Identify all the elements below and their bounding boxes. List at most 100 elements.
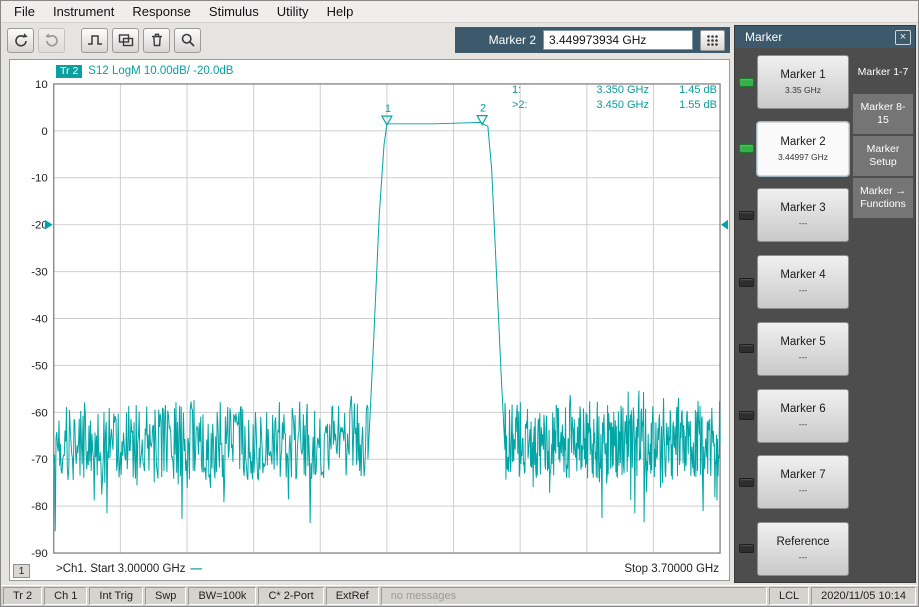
menu-utility[interactable]: Utility [268, 2, 318, 21]
marker-row: Marker 7--- [739, 454, 849, 510]
redo-button[interactable] [38, 28, 65, 53]
y-tick-label: 10 [35, 79, 48, 91]
zoom-button[interactable] [174, 28, 201, 53]
y-tick-label: -40 [31, 313, 48, 325]
marker-led [739, 211, 754, 220]
trace-legend-dash: — [190, 563, 202, 575]
status-int-trig[interactable]: Int Trig [89, 587, 143, 605]
marker-button-label: Marker 1 [780, 69, 825, 81]
marker-button-value: --- [799, 218, 808, 228]
marker-button-2[interactable]: Marker 2 3.44997 GHz [757, 122, 849, 176]
readout-marker-id: 1: [512, 83, 540, 98]
start-frequency-label: >Ch1. Start 3.00000 GHz [56, 563, 185, 575]
marker-led [739, 78, 754, 87]
trace-badge[interactable]: Tr 2 [56, 65, 82, 78]
y-tick-label: -80 [31, 501, 48, 513]
status-bar: Tr 2Ch 1Int TrigSwpBW=100kC* 2-PortExtRe… [1, 585, 918, 606]
menu-instrument[interactable]: Instrument [44, 2, 123, 21]
y-tick-label: -10 [31, 173, 48, 185]
marker-row: Marker 5--- [739, 321, 849, 377]
y-tick-label: -60 [31, 407, 48, 419]
pulse-tool-button[interactable] [81, 28, 108, 53]
menu-response[interactable]: Response [123, 2, 200, 21]
y-tick-label: -90 [31, 548, 48, 560]
network-analyzer-window: FileInstrumentResponseStimulusUtilityHel… [0, 0, 919, 607]
marker-frequency-input[interactable] [543, 30, 693, 50]
measurement-chart: Tr 2 S12 LogM 10.00dB/ -20.0dB 100-10-20… [9, 59, 730, 581]
marker-led [739, 544, 754, 553]
ref-level-arrow-right [721, 220, 728, 230]
menu-help[interactable]: Help [318, 2, 363, 21]
trace-header: Tr 2 S12 LogM 10.00dB/ -20.0dB [10, 60, 729, 78]
marker-led [739, 144, 754, 153]
readout-value: 1.55 dB [649, 98, 717, 113]
readout-value: 1.45 dB [649, 83, 717, 98]
readout-row: 1:3.350 GHz1.45 dB [512, 83, 717, 98]
marker-symbol-2[interactable]: 2 [477, 103, 487, 125]
undo-button[interactable] [7, 28, 34, 53]
marker-button-value: --- [799, 552, 808, 562]
marker-tab-column: Marker 1-7Marker 8-15Marker SetupMarker … [851, 52, 915, 582]
marker-button-column: Marker 13.35 GHzMarker 23.44997 GHzMarke… [735, 52, 851, 582]
readout-row: >2:3.450 GHz1.55 dB [512, 98, 717, 113]
marker-button-label: Marker 7 [780, 469, 825, 481]
y-tick-label: -50 [31, 360, 48, 372]
marker-row: Marker 4 --- [739, 254, 849, 310]
sweep-range-footer: >Ch1. Start 3.00000 GHz — Stop 3.70000 G… [10, 561, 729, 580]
magnifier-icon [180, 32, 196, 48]
marker-button-label: Reference [776, 536, 829, 548]
tab-marker-1-7[interactable]: Marker 1-7 [853, 52, 913, 92]
marker-row: Reference --- [739, 521, 849, 577]
status-extref[interactable]: ExtRef [326, 587, 379, 605]
marker-button-label: Marker 3 [780, 202, 825, 214]
keypad-button[interactable] [700, 30, 725, 51]
redo-icon [44, 32, 60, 48]
marker-button-value: --- [799, 352, 808, 362]
plot-area: 100-10-20-30-40-50-60-70-80-9012 1:3.350… [10, 78, 729, 561]
marker-button-label: Marker 2 [780, 136, 825, 148]
marker-button-8[interactable]: Reference --- [757, 522, 849, 576]
status-lcl: LCL [769, 587, 809, 605]
marker-button-value: 3.44997 GHz [778, 152, 828, 162]
svg-text:1: 1 [385, 103, 391, 115]
channel-badge[interactable]: 1 [13, 564, 30, 578]
delete-button[interactable] [143, 28, 170, 53]
status-bw-100k[interactable]: BW=100k [188, 587, 256, 605]
marker-button-label: Marker 4 [780, 269, 825, 281]
status-datetime: 2020/11/05 10:14 [811, 587, 916, 605]
marker-row: Marker 2 3.44997 GHz [739, 121, 849, 177]
marker-button-label: Marker 6 [780, 403, 825, 415]
trash-icon [149, 32, 165, 48]
marker-row: Marker 6 --- [739, 388, 849, 444]
close-icon[interactable]: × [895, 30, 911, 45]
tab-marker-setup[interactable]: Marker Setup [853, 136, 913, 176]
panel-title: Marker [745, 30, 782, 44]
status-ch-1[interactable]: Ch 1 [44, 587, 87, 605]
marker-button-value: --- [799, 285, 808, 295]
pulse-icon [87, 32, 103, 48]
marker-led [739, 278, 754, 287]
marker-button-3[interactable]: Marker 3 --- [757, 188, 849, 242]
undo-icon [13, 32, 29, 48]
menu-bar: FileInstrumentResponseStimulusUtilityHel… [1, 1, 918, 23]
marker-button-5[interactable]: Marker 5--- [757, 322, 849, 376]
marker-button-4[interactable]: Marker 4 --- [757, 255, 849, 309]
marker-button-6[interactable]: Marker 6 --- [757, 389, 849, 443]
trace-format-label: S12 LogM 10.00dB/ -20.0dB [88, 65, 233, 77]
marker-button-1[interactable]: Marker 13.35 GHz [757, 55, 849, 109]
menu-file[interactable]: File [5, 2, 44, 21]
keypad-icon [706, 34, 719, 47]
menu-stimulus[interactable]: Stimulus [200, 2, 268, 21]
ref-level-arrow-left [45, 220, 53, 230]
marker-row: Marker 13.35 GHz [739, 54, 849, 110]
screenshot-button[interactable] [112, 28, 139, 53]
tab-marker-functions[interactable]: Marker → Functions [853, 178, 913, 218]
tab-marker-8-15[interactable]: Marker 8-15 [853, 94, 913, 134]
y-tick-label: -30 [31, 267, 48, 279]
readout-frequency: 3.450 GHz [540, 98, 649, 113]
status-tr-2[interactable]: Tr 2 [3, 587, 42, 605]
marker-button-7[interactable]: Marker 7--- [757, 455, 849, 509]
status-c-2-port[interactable]: C* 2-Port [258, 587, 323, 605]
status-swp[interactable]: Swp [145, 587, 186, 605]
marker-button-value: --- [799, 419, 808, 429]
